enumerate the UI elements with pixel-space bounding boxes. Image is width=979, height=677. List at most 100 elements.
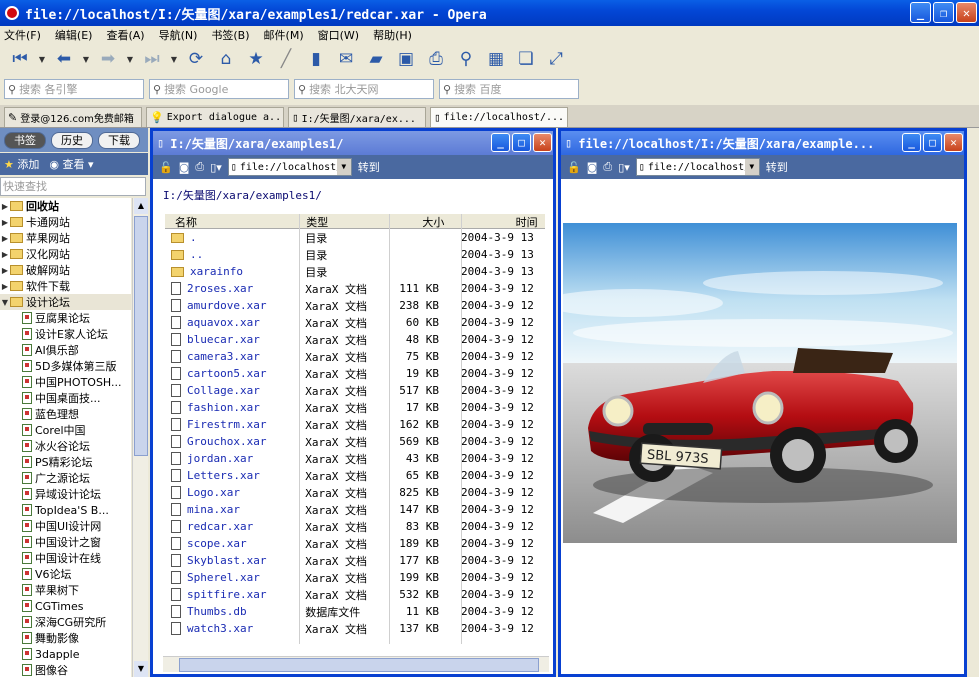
bookmark-item[interactable]: 设计E家人论坛 [0,326,131,342]
search-google-input[interactable]: ⚲ 搜索 Google [149,79,289,99]
file-row[interactable]: Letters.xar XaraX 文档 65 KB 2004-3-9 12 [165,467,545,484]
rewind-icon[interactable]: ⏮ [6,46,34,72]
file-row[interactable]: Collage.xar XaraX 文档 517 KB 2004-3-9 12 [165,382,545,399]
file-row[interactable]: jordan.xar XaraX 文档 43 KB 2004-3-9 12 [165,450,545,467]
file-name[interactable]: scope.xar [165,537,293,551]
go-button[interactable]: 转到 [358,159,380,175]
tab-export-dialogue[interactable]: 💡 Export dialogue a... [146,107,284,127]
save-icon[interactable]: ▣ [392,46,420,72]
column-type[interactable]: 类型 [296,214,384,229]
bookmark-folder[interactable]: ▼ 设计论坛 [0,294,131,310]
bookmark-item[interactable]: V6论坛 [0,566,131,582]
scroll-thumb[interactable] [134,216,148,456]
tab-redcar[interactable]: ▯ file://localhost/... [430,107,568,127]
panel-tab-history[interactable]: 历史 [51,131,93,149]
file-name[interactable]: Firestrm.xar [165,418,293,432]
page-options-icon[interactable]: ▯▾ [618,161,630,174]
address-field[interactable]: ▯ file://localhost/I ▼ [227,158,352,176]
file-name[interactable]: fashion.xar [165,401,293,415]
menu-file[interactable]: 文件(F) [4,27,41,43]
bookmark-item[interactable]: 中国设计在线 [0,550,131,566]
camera-icon[interactable]: ◙ [179,161,190,174]
file-name[interactable]: cartoon5.xar [165,367,293,381]
file-name[interactable]: mina.xar [165,503,293,517]
file-name[interactable]: Grouchox.xar [165,435,293,449]
file-name[interactable]: Letters.xar [165,469,293,483]
column-time[interactable]: 时间 [456,214,545,229]
panel-tab-bookmarks[interactable]: 书签 [4,131,46,149]
file-row[interactable]: Thumbs.db 数据库文件 11 KB 2004-3-9 12 [165,603,545,620]
search-tianwang-input[interactable]: ⚲ 搜索 北大天网 [294,79,434,99]
expand-icon[interactable]: ▶ [0,218,10,227]
column-name[interactable]: 名称 [165,214,296,229]
bookmark-item[interactable]: AI俱乐部 [0,342,131,358]
file-name[interactable]: Thumbs.db [165,605,293,619]
close-button[interactable]: ✕ [533,133,552,152]
file-row[interactable]: watch3.xar XaraX 文档 137 KB 2004-3-9 12 [165,620,545,637]
page-options-icon[interactable]: ▯▾ [210,161,222,174]
search-all-engines-input[interactable]: ⚲ 搜索 各引擎 [4,79,144,99]
file-row[interactable]: mina.xar XaraX 文档 147 KB 2004-3-9 12 [165,501,545,518]
horizontal-scrollbar[interactable] [163,656,549,672]
file-name[interactable]: Skyblast.xar [165,554,293,568]
file-row[interactable]: cartoon5.xar XaraX 文档 19 KB 2004-3-9 12 [165,365,545,382]
file-row[interactable]: Skyblast.xar XaraX 文档 177 KB 2004-3-9 12 [165,552,545,569]
expand-icon[interactable]: ▶ [0,234,10,243]
bookmark-item[interactable]: 中国PHOTOSH... [0,374,131,390]
bookmark-item[interactable]: 中国设计之窗 [0,534,131,550]
bookmark-folder[interactable]: ▶ 卡通网站 [0,214,131,230]
file-name[interactable]: .. [165,248,293,261]
menu-bookmarks[interactable]: 书签(B) [211,27,249,43]
open-folder-icon[interactable]: ▰ [362,46,390,72]
expand-open-icon[interactable]: ▼ [0,298,10,307]
file-row[interactable]: Grouchox.xar XaraX 文档 569 KB 2004-3-9 12 [165,433,545,450]
tile-windows-icon[interactable]: ▦ [482,46,510,72]
fast-forward-dropdown-icon[interactable]: ▼ [168,46,180,72]
bookmark-item[interactable]: 豆腐果论坛 [0,310,131,326]
bookmark-item[interactable]: 图像谷 [0,662,131,677]
file-row[interactable]: xarainfo 目录 2004-3-9 13 [165,263,545,280]
reload-icon[interactable]: ⟳ [182,46,210,72]
file-row[interactable]: Logo.xar XaraX 文档 825 KB 2004-3-9 12 [165,484,545,501]
bookmark-star-icon[interactable]: ★ [242,46,270,72]
fullscreen-icon[interactable]: ⤢ [542,46,570,72]
scroll-thumb[interactable] [179,658,539,672]
expand-icon[interactable]: ▶ [0,250,10,259]
file-row[interactable]: bluecar.xar XaraX 文档 48 KB 2004-3-9 12 [165,331,545,348]
file-name[interactable]: 2roses.xar [165,282,293,296]
address-field[interactable]: ▯ file://localhost/I ▼ [635,158,760,176]
bookmark-folder[interactable]: ▶ 软件下载 [0,278,131,294]
mail-icon[interactable]: ✉ [332,46,360,72]
file-row[interactable]: scope.xar XaraX 文档 189 KB 2004-3-9 12 [165,535,545,552]
file-name[interactable]: jordan.xar [165,452,293,466]
tab-126-mail[interactable]: ✎ 登录@126.com免费邮箱 [4,107,142,127]
file-row[interactable]: 2roses.xar XaraX 文档 111 KB 2004-3-9 12 [165,280,545,297]
security-icon[interactable]: 🔓 [567,161,581,174]
expand-icon[interactable]: ▶ [0,202,10,211]
file-row[interactable]: redcar.xar XaraX 文档 83 KB 2004-3-9 12 [165,518,545,535]
note-icon[interactable]: ▮ [302,46,330,72]
file-name[interactable]: aquavox.xar [165,316,293,330]
forward-icon[interactable]: ➡ [94,46,122,72]
back-dropdown-icon[interactable]: ▼ [80,46,92,72]
bookmark-item[interactable]: Corel中国 [0,422,131,438]
file-row[interactable]: camera3.xar XaraX 文档 75 KB 2004-3-9 12 [165,348,545,365]
view-button[interactable]: ◉ 查看 ▾ [49,156,93,172]
file-name[interactable]: . [165,231,293,244]
edit-icon[interactable]: ╱ [272,46,300,72]
file-name[interactable]: redcar.xar [165,520,293,534]
file-name[interactable]: camera3.xar [165,350,293,364]
expand-icon[interactable]: ▶ [0,266,10,275]
file-name[interactable]: watch3.xar [165,622,293,636]
print-icon[interactable]: ⎙ [195,160,204,174]
menu-edit[interactable]: 编辑(E) [55,27,93,43]
bookmark-folder[interactable]: ▶ 回收站 [0,198,131,214]
expand-icon[interactable]: ▶ [0,282,10,291]
menu-help[interactable]: 帮助(H) [373,27,412,43]
forward-dropdown-icon[interactable]: ▼ [124,46,136,72]
file-row[interactable]: amurdove.xar XaraX 文档 238 KB 2004-3-9 12 [165,297,545,314]
print-icon[interactable]: ⎙ [422,46,450,72]
minimize-button[interactable]: _ [910,2,931,23]
bookmark-item[interactable]: 中国UI设计网 [0,518,131,534]
minimize-button[interactable]: _ [491,133,510,152]
